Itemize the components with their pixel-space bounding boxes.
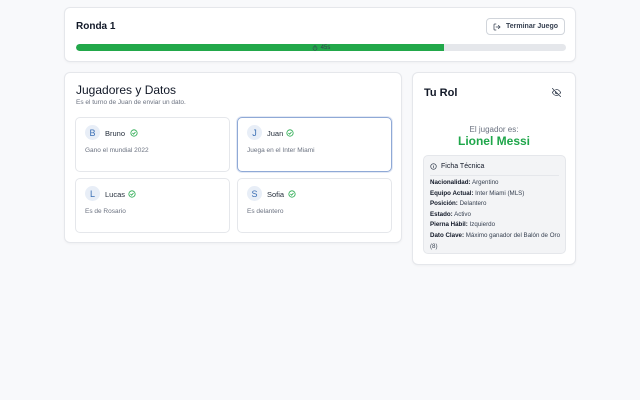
timer-icon [312,44,317,51]
check-circle-icon [130,129,138,137]
player-sheet-rows: Nacionalidad: Argentino Equipo Actual: I… [430,178,562,252]
timer-progress-bar: 45s [76,44,566,51]
role-player-name: Lionel Messi [457,134,531,148]
role-title: Tu Rol [424,87,458,99]
round-card: Ronda 1 Terminar Juego 45s [64,7,576,62]
player-card-bruno[interactable]: B Bruno Gano el mundial 2022 [75,117,230,172]
player-name: Lucas [105,190,126,199]
avatar: S [247,186,262,201]
player-sheet-title: Ficha Técnica [441,163,485,170]
player-clue: Juega en el Inter Miami [247,147,315,154]
player-card-juan[interactable]: J Juan Juega en el Inter Miami [237,117,392,172]
sheet-row-key-fact: Dato Clave: Máximo ganador del Balón de … [430,231,561,250]
end-game-label: Terminar Juego [506,23,558,30]
avatar: B [85,125,100,140]
eye-off-icon[interactable] [552,88,561,97]
player-clue: Gano el mundial 2022 [85,147,149,154]
role-prefix: El jugador es: [469,125,519,134]
end-game-button[interactable]: Terminar Juego [486,18,565,35]
timer-progress-label: 45s [76,44,566,51]
check-circle-icon [286,129,294,137]
sheet-row-status: Estado: Activo [430,210,471,218]
players-card: Jugadores y Datos Es el turno de Juan de… [64,72,402,243]
players-subtitle: Es el turno de Juan de enviar un dato. [76,99,186,106]
player-card-sofia[interactable]: S Sofia Es delantero [237,178,392,233]
sheet-row-foot: Pierna Hábil: Izquierdo [430,221,496,229]
check-circle-icon [128,190,136,198]
check-circle-icon [288,190,296,198]
info-icon [430,163,437,170]
player-clue: Es de Rosario [85,208,126,215]
player-clue: Es delantero [247,208,284,215]
player-name: Bruno [105,129,126,138]
sheet-row-team: Equipo Actual: Inter Miami (MLS) [430,189,525,197]
player-name: Juan [267,129,284,138]
round-title: Ronda 1 [76,21,116,32]
player-name: Sofia [267,190,285,199]
role-card: Tu Rol El jugador es: Lionel Messi Ficha… [412,72,576,265]
player-sheet: Ficha Técnica Nacionalidad: Argentino Eq… [423,155,566,254]
player-sheet-header: Ficha Técnica [430,163,484,170]
avatar: L [85,186,100,201]
sheet-row-nationality: Nacionalidad: Argentino [430,179,499,186]
avatar: J [247,125,262,140]
sheet-row-position: Posición: Delantero [430,200,487,208]
players-title: Jugadores y Datos [76,83,177,97]
divider [430,175,559,176]
timer-text: 45s [320,44,331,51]
logout-icon [493,23,501,30]
player-card-lucas[interactable]: L Lucas Es de Rosario [75,178,230,233]
